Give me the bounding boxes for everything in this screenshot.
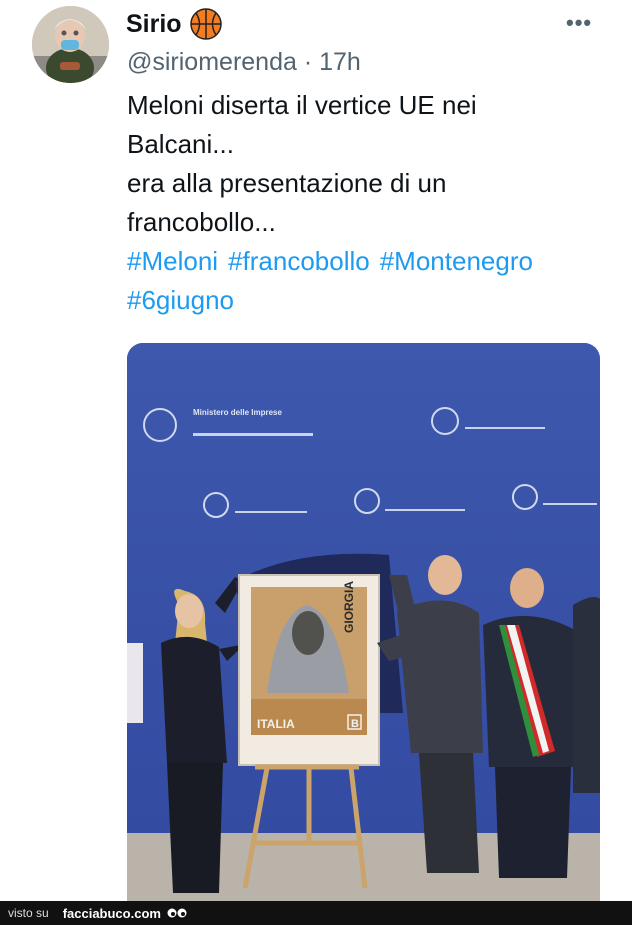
tweet-line: era alla presentazione di un [127,168,447,198]
watermark-footer: visto su facciabuco.com [0,901,632,925]
more-options-icon[interactable]: ••• [566,10,592,36]
eyes-icon [167,908,187,918]
footer-prefix: visto su [8,906,49,920]
author-meta: @siriomerenda · 17h [127,48,361,77]
stamp-value: B [351,718,359,730]
hashtag-link[interactable]: #Montenegro [380,246,533,276]
tweet-line: Meloni diserta il vertice UE nei [127,90,477,120]
tweet-photo[interactable]: Ministero delle Imprese GIORGIA ITALIA B [127,343,600,901]
stamp-name: GIORGIA [342,581,356,633]
tweet-line: Balcani... [127,129,234,159]
backdrop-text: Ministero delle Imprese [193,408,282,417]
stamp-country: ITALIA [257,717,295,731]
hashtag-row: #Meloni #francobollo #Montenegro [127,242,622,281]
footer-site-logo: facciabuco.com [62,905,161,921]
tweet-text: Meloni diserta il vertice UE nei Balcani… [127,86,622,320]
author-handle[interactable]: @siriomerenda [127,48,297,76]
author-row: Sirio [126,8,222,40]
meta-separator: · [303,48,313,76]
basketball-icon [189,8,222,40]
author-name[interactable]: Sirio [126,10,182,39]
stamp-unveiling-photo: Ministero delle Imprese GIORGIA ITALIA B [127,343,600,901]
tweet-line: francobollo... [127,207,276,237]
hashtag-link[interactable]: #6giugno [127,285,234,315]
tweet-timestamp[interactable]: 17h [319,48,361,76]
avatar-image [32,6,109,83]
hashtag-link[interactable]: #Meloni [127,246,218,276]
hashtag-row: #6giugno [127,281,622,320]
hashtag-link[interactable]: #francobollo [228,246,370,276]
author-avatar[interactable] [32,6,109,83]
